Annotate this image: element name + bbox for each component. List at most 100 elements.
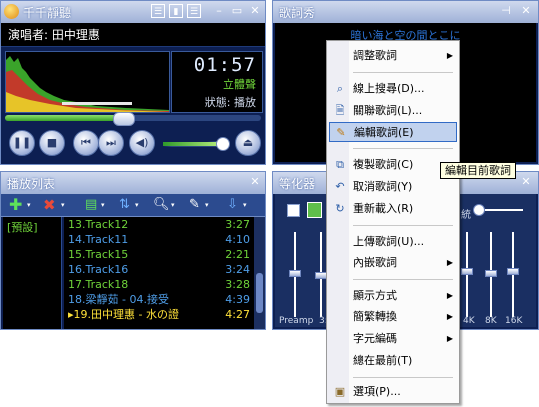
track-duration: 4:39 xyxy=(225,293,250,306)
eq-label-8k: 8K xyxy=(485,316,497,326)
add-icon[interactable]: ✚ xyxy=(9,197,22,213)
menu-item-always-on-top[interactable]: 總在最前(T) xyxy=(329,351,457,371)
previous-button[interactable]: ⏮ xyxy=(73,130,99,156)
find-dropdown-icon[interactable]: ▾ xyxy=(171,197,175,213)
minimize-icon[interactable]: – xyxy=(212,4,226,18)
track-duration: 3:28 xyxy=(225,278,250,291)
stop-icon: ■ xyxy=(46,136,58,149)
next-icon: ⏭ xyxy=(106,136,116,149)
manage-icon[interactable]: ⇩ xyxy=(227,197,238,213)
menu-item-online-search[interactable]: ⌕ 線上搜尋(D)... xyxy=(329,79,457,99)
undo-icon: ↶ xyxy=(335,180,345,193)
menu-item-adjust-lyrics[interactable]: 調整歌詞 ▶ xyxy=(329,46,457,66)
menu-item-label: 複製歌詞(C) xyxy=(353,158,414,171)
find-icon[interactable]: 🔍︎ xyxy=(153,197,170,213)
eq-label-16k: 16K xyxy=(505,316,523,326)
menu-separator xyxy=(353,377,453,378)
next-button[interactable]: ⏭ xyxy=(98,130,124,156)
scrollbar-thumb[interactable] xyxy=(256,273,263,313)
submenu-arrow-icon: ▶ xyxy=(446,51,453,60)
edit-icon[interactable]: ✎ xyxy=(189,197,200,213)
menu-item-simplified-traditional[interactable]: 簡繁轉換 ▶ xyxy=(329,307,457,327)
menu-item-label: 字元編碼 xyxy=(353,332,397,345)
speaker-icon: ◀) xyxy=(135,136,149,149)
lyrics-titlebar[interactable]: 歌詞秀 ⊣ ✕ xyxy=(273,1,538,23)
sort-dropdown-icon[interactable]: ▾ xyxy=(135,197,139,213)
balance-handle[interactable] xyxy=(473,204,485,216)
menu-item-display-mode[interactable]: 顯示方式 ▶ xyxy=(329,286,457,306)
pause-button[interactable]: ❚❚ xyxy=(9,130,35,156)
eq-slider-16k[interactable] xyxy=(507,232,519,317)
menu-item-copy-lyrics[interactable]: ⧉ 複製歌詞(C) xyxy=(329,155,457,175)
menu-item-label: 線上搜尋(D)... xyxy=(353,82,425,95)
close-icon[interactable]: ✕ xyxy=(248,4,262,18)
list-icon[interactable]: ▤ xyxy=(85,197,97,213)
submenu-arrow-icon: ▶ xyxy=(446,258,453,267)
playlist-window: 播放列表 ✕ ✚ ▾ ✖ ▾ ▤ ▾ ⇅ ▾ 🔍︎ ▾ ✎ ▾ ⇩ ▾ [預設]… xyxy=(0,171,266,330)
manage-dropdown-icon[interactable]: ▾ xyxy=(243,197,247,213)
edit-dropdown-icon[interactable]: ▾ xyxy=(205,197,209,213)
menu-item-cancel-lyrics[interactable]: ↶ 取消歌詞(Y) xyxy=(329,177,457,197)
menu-separator xyxy=(353,148,453,149)
spectrum-graphic xyxy=(6,56,169,112)
playlist-scrollbar[interactable] xyxy=(254,217,265,329)
table-row[interactable]: 14.Track11 4:10 xyxy=(64,233,254,247)
menu-item-encoding[interactable]: 字元編碼 ▶ xyxy=(329,329,457,349)
volume-slider[interactable] xyxy=(163,137,230,151)
list-dropdown-icon[interactable]: ▾ xyxy=(101,197,105,213)
eject-button[interactable]: ⏏ xyxy=(235,130,261,156)
lyrics-close-icon[interactable]: ✕ xyxy=(519,4,533,18)
menu-item-options[interactable]: ▣ 選項(P)... xyxy=(329,382,457,402)
eq-slider-8k[interactable] xyxy=(485,232,497,317)
eq-preset-icon[interactable] xyxy=(307,202,322,218)
seek-handle[interactable] xyxy=(112,112,135,126)
table-row[interactable]: ▸19.田中理惠 - 水の證 4:27 xyxy=(64,308,254,322)
remove-icon[interactable]: ✖ xyxy=(43,197,56,213)
track-duration: 3:27 xyxy=(225,218,250,231)
eq-slider-preamp[interactable] xyxy=(289,232,301,317)
menu-item-link-lyrics[interactable]: 🗎 關聯歌詞(L)... xyxy=(329,101,457,121)
menu-separator xyxy=(353,279,453,280)
table-row[interactable]: 17.Track18 3:28 xyxy=(64,278,254,292)
pin-icon[interactable]: ⊣ xyxy=(499,4,513,18)
seek-bar[interactable] xyxy=(5,112,261,126)
copy-icon: ⧉ xyxy=(336,158,344,171)
sort-icon[interactable]: ⇅ xyxy=(119,197,130,213)
lyrics-title: 歌詞秀 xyxy=(279,6,316,20)
eq-enable-checkbox[interactable] xyxy=(287,204,300,217)
spectrum-visualizer[interactable] xyxy=(5,51,170,113)
playlist-toggle-icon[interactable]: ☰ xyxy=(187,4,201,18)
menu-item-embedded-lyrics[interactable]: 內嵌歌詞 ▶ xyxy=(329,253,457,273)
player-titlebar[interactable]: 千千靜聽 ☰ ▮ ☰ – ▭ ✕ xyxy=(1,1,265,23)
app-logo-icon xyxy=(4,4,19,19)
eq-slider-4k[interactable] xyxy=(461,232,473,317)
mute-button[interactable]: ◀) xyxy=(129,130,155,156)
equalizer-title: 等化器 xyxy=(279,177,316,191)
menu-item-reload[interactable]: ↻ 重新載入(R) xyxy=(329,199,457,219)
maximize-icon[interactable]: ▭ xyxy=(230,4,244,18)
menu-item-upload-lyrics[interactable]: 上傳歌詞(U)... xyxy=(329,232,457,252)
table-row[interactable]: 15.Track15 2:21 xyxy=(64,248,254,262)
playlist-close-icon[interactable]: ✕ xyxy=(248,175,262,189)
menu-item-label: 總在最前(T) xyxy=(353,354,413,367)
track-name: 13.Track12 xyxy=(68,218,129,231)
menu-item-edit-lyrics[interactable]: ✎ 編輯歌詞(E) xyxy=(329,122,457,142)
table-row[interactable]: 16.Track16 3:24 xyxy=(64,263,254,277)
reload-icon: ↻ xyxy=(335,202,345,215)
search-icon: ⌕ xyxy=(336,82,344,95)
table-row[interactable]: 13.Track12 3:27 xyxy=(64,218,254,232)
menu-tooltip: 編輯目前歌詞 xyxy=(440,162,516,179)
equalizer-toggle-icon[interactable]: ▮ xyxy=(169,4,183,18)
eject-icon: ⏏ xyxy=(242,136,254,149)
stop-button[interactable]: ■ xyxy=(39,130,65,156)
equalizer-close-icon[interactable]: ✕ xyxy=(519,175,533,189)
volume-handle[interactable] xyxy=(215,137,230,151)
add-dropdown-icon[interactable]: ▾ xyxy=(27,197,31,213)
table-row[interactable]: 18.梁靜茹 - 04.接受 4:39 xyxy=(64,293,254,307)
group-default[interactable]: [預設] xyxy=(7,219,38,235)
skin-icon[interactable]: ☰ xyxy=(151,4,165,18)
track-name: 16.Track16 xyxy=(68,263,129,276)
remove-dropdown-icon[interactable]: ▾ xyxy=(61,197,65,213)
playlist-titlebar[interactable]: 播放列表 ✕ xyxy=(1,172,265,194)
track-list: 13.Track12 3:27 14.Track11 4:10 15.Track… xyxy=(64,217,254,329)
